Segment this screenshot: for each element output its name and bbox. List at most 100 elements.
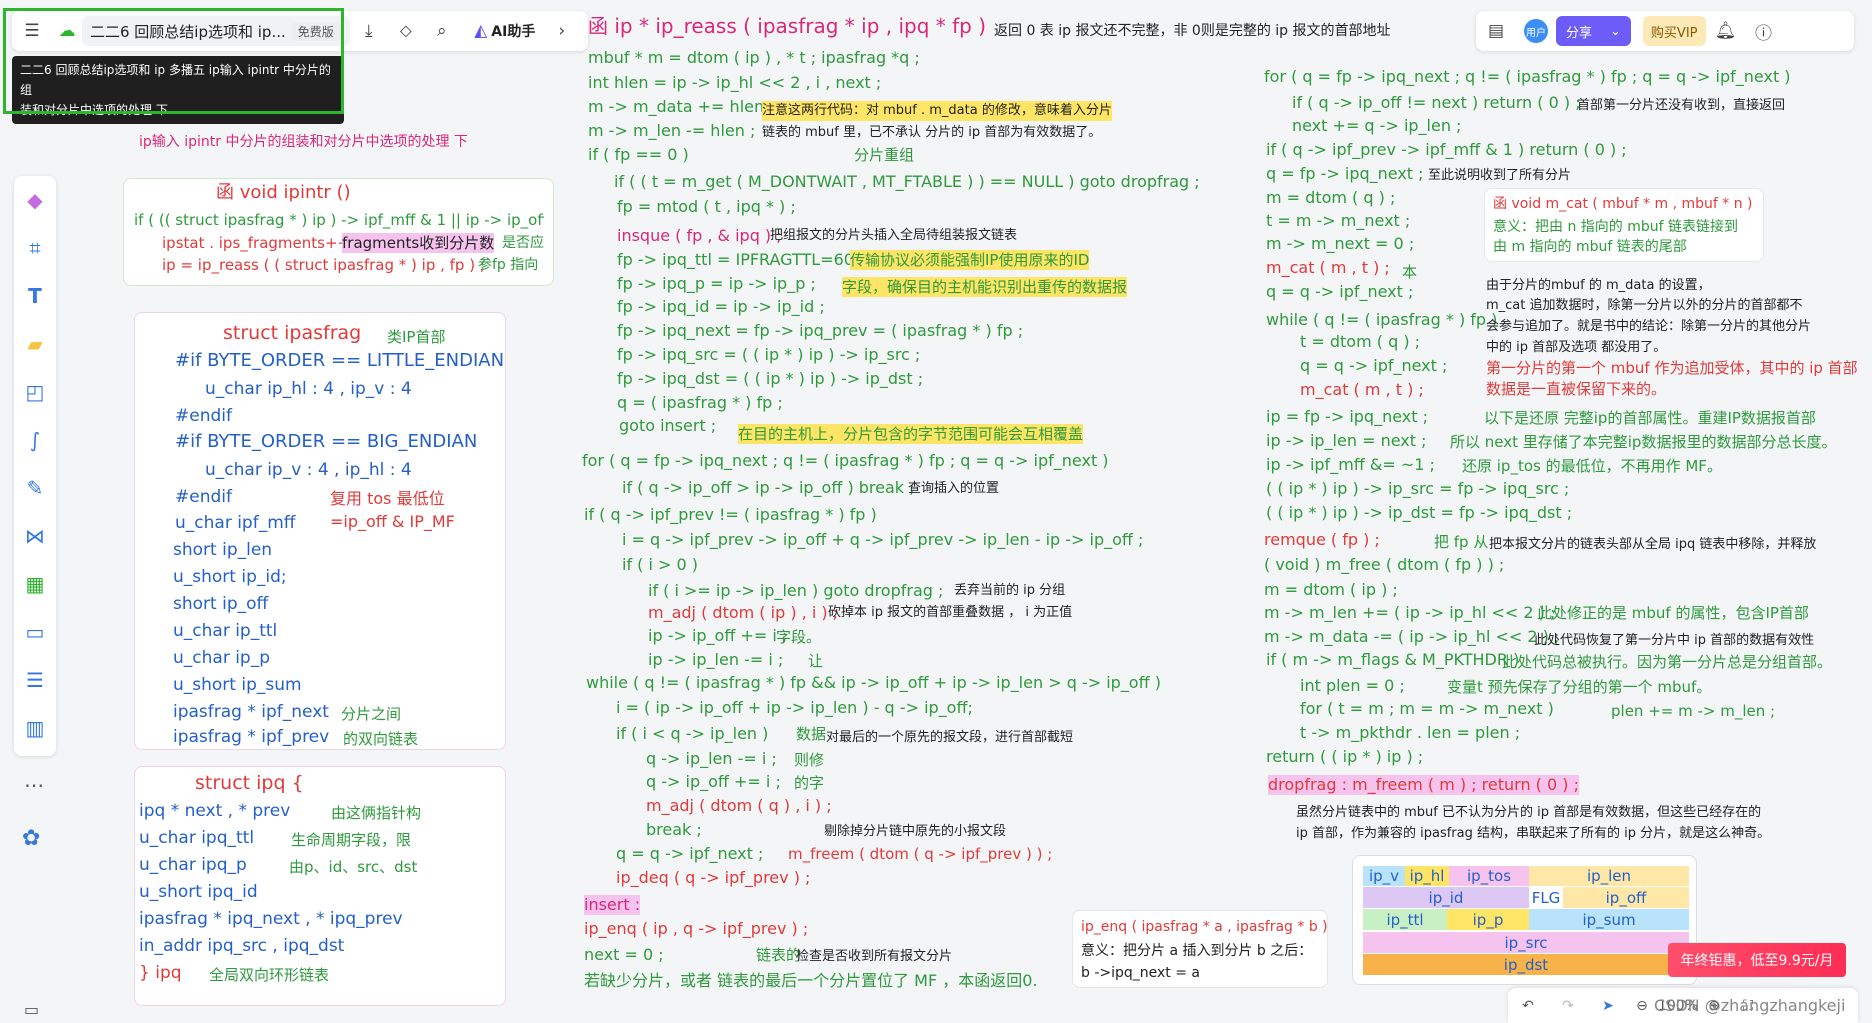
cell-ip-len: ip_len (1529, 866, 1689, 886)
chevron-right-icon[interactable]: › (550, 11, 574, 51)
right-line: while ( q != ( ipasfrag * ) fp ) (1266, 310, 1498, 329)
ipq-note-2: 由p、id、src、dst (289, 858, 418, 876)
ipasfrag-line-12: u_short ip_sum (173, 675, 302, 695)
right-line: m -> m_next = 0 ; (1266, 234, 1415, 253)
ipintr-card[interactable]: 函 void ipintr () if ( (( struct ipasfrag… (123, 178, 554, 286)
list-icon[interactable]: ☰ (14, 656, 56, 704)
right-note: 中的 ip 首部及选项 都没用了。 (1486, 340, 1667, 355)
right-line: m = dtom ( q ) ; (1266, 188, 1396, 207)
ipasfrag-note2: 复用 tos 最低位 (330, 489, 445, 508)
text-box-icon[interactable]: ▭ (14, 608, 56, 656)
buy-vip-button[interactable]: 购买VIP (1642, 16, 1706, 46)
ipasfrag-line-2: #endif (175, 406, 232, 426)
ipintr-line-3-note: 参fp 指向 (478, 257, 539, 273)
minimap-icon[interactable]: ▭ (24, 1000, 39, 1019)
right-line: for ( q = fp -> ipq_next ; q != ( ipasfr… (1264, 67, 1791, 86)
m-cat-line-1: 函 void m_cat ( mbuf * m , mbuf * n ) (1493, 196, 1753, 212)
ipq-line-6: } ipq (139, 963, 182, 983)
reass-note: 链表的 mbuf 里，已不承认 分片的 ip 首部为有效数据了。 (762, 125, 1102, 140)
promo-banner[interactable]: 年终钜惠，低至9.9元/月 (1668, 943, 1846, 977)
reass-line: fp = mtod ( t , ipq * ) ; (617, 197, 796, 216)
shape-icon[interactable]: ◰ (14, 368, 56, 416)
pointer-icon[interactable]: ➤ (1588, 998, 1628, 1014)
ipasfrag-line-10: u_char ip_ttl (173, 621, 278, 641)
reass-line: q = q -> ipf_next ; (616, 844, 764, 863)
right-line: for ( t = m ; m = m -> m_next ) (1300, 699, 1554, 718)
reass-line: mbuf * m = dtom ( ip ) , * t ; ipasfrag … (588, 48, 920, 67)
ipq-note-0: 由这俩指针构 (331, 804, 422, 822)
reass-note: 的字 (794, 774, 825, 792)
reass-note: 查询插入的位置 (908, 481, 1000, 496)
reass-line: if ( i >= ip -> ip_len ) goto dropfrag ; (648, 581, 944, 600)
reass-line: while ( q != ( ipasfrag * ) fp && ip -> … (586, 673, 1161, 692)
reass-line: fp -> ipq_ttl = IPFRAGTTL=60 ; (617, 250, 865, 269)
ipq-line-1: u_char ipq_ttl (139, 828, 255, 848)
cell-ip-id: ip_id (1363, 887, 1529, 908)
ipasfrag-card[interactable]: struct ipasfrag 类IP首部 #if BYTE_ORDER == … (134, 312, 506, 750)
frame-icon[interactable]: ⌗ (14, 224, 56, 272)
reass-note: 对最后的一个原先的报文段，进行首部截短 (826, 730, 1074, 745)
mindmap-icon[interactable]: ⋈ (14, 512, 56, 560)
right-line: t -> m_pkthdr . len = plen ; (1300, 723, 1521, 742)
ipq-note-1: 生命周期字段，限 (291, 831, 412, 849)
cell-ip-src: ip_src (1363, 932, 1689, 953)
apps-icon[interactable]: ✿ (22, 826, 40, 851)
connector-icon[interactable]: ∫ (14, 416, 56, 464)
ai-assistant-button[interactable]: ◭ AI助手 (460, 11, 550, 51)
share-button[interactable]: 分享 ⌄ (1556, 16, 1631, 46)
m-cat-card[interactable]: 函 void m_cat ( mbuf * m , mbuf * n ) 意义：… (1484, 188, 1764, 262)
table-icon[interactable]: ▦ (14, 560, 56, 608)
sticky-note-icon[interactable]: ▰ (14, 320, 56, 368)
reass-line: if ( q -> ipf_prev != ( ipasfrag * ) fp … (584, 505, 877, 524)
ipasfrag-line-0: #if BYTE_ORDER == LITTLE_ENDIAN (175, 350, 505, 371)
right-note: 以下是还原 完整ip的首部属性。重建IP数据报首部 (1484, 409, 1816, 427)
help-icon[interactable]: ⓘ (1746, 11, 1782, 51)
right-line: q = q -> ipf_next ; (1300, 356, 1448, 375)
undo-icon[interactable]: ↶ (1508, 998, 1548, 1014)
right-note: 会参与追加了。就是书中的结论：除第一分片的其他分片 (1486, 319, 1812, 334)
ipq-line-5: in_addr ipq_src , ipq_dst (139, 936, 345, 956)
ipasfrag-line-5: #endif (175, 487, 232, 507)
ipq-card[interactable]: struct ipq { ipq * next , * prev 由这俩指针构 … (134, 766, 506, 1006)
reass-line: m -> m_data += hlen ; (588, 97, 775, 116)
ipasfrag-line-14: ipasfrag * ipf_prev (173, 727, 330, 747)
m-cat-line-3: 由 m 指向的 mbuf 链表的尾部 (1493, 239, 1687, 255)
cell-flg: FLG (1529, 887, 1563, 908)
more-icon[interactable]: ⋯ (24, 773, 44, 797)
reass-line: i = ( ip -> ip_off + ip -> ip_len ) - q … (616, 698, 973, 717)
reass-line: fp -> ipq_dst = ( ( ip * ) ip ) -> ip_ds… (617, 369, 924, 388)
zoom-out-icon[interactable]: ⊖ (1628, 998, 1656, 1014)
reass-line: int hlen = ip -> ip_hl << 2 , i , next ; (588, 73, 882, 92)
reass-note: 数据 (796, 725, 827, 743)
watermark: CSDN @zhangzhangkeji (1654, 996, 1846, 1015)
redo-icon[interactable]: ↷ (1548, 998, 1588, 1014)
reass-line: goto insert ; (619, 416, 717, 435)
avatar[interactable]: 用户 (1516, 11, 1556, 51)
bell-icon[interactable]: 🔔︎ (1706, 11, 1746, 51)
template-icon[interactable]: ◆ (14, 176, 56, 224)
right-note: 由于分片的mbuf 的 m_data 的设置， (1486, 278, 1711, 293)
right-line: ( ( ip * ) ip ) -> ip_src = fp -> ipq_sr… (1266, 479, 1570, 498)
pen-icon[interactable]: ✎ (14, 464, 56, 512)
ipintr-line-2-note: fragments收到分片数 (342, 233, 495, 253)
right-note: 把本报文分片的链表头部从全局 ipq 链表中移除，并释放 (1489, 537, 1817, 552)
tag-icon[interactable]: ⬦ (388, 11, 424, 51)
right-line: m_cat ( m , t ) ; (1300, 380, 1424, 399)
right-note: 把 fp 从 (1434, 533, 1489, 551)
reass-line: ip -> ip_off += i ; (648, 626, 788, 645)
ip-header-diagram[interactable]: ip_v ip_hl ip_tos ip_len ip_id FLG ip_of… (1352, 855, 1697, 985)
download-icon[interactable]: ⤓ (350, 11, 388, 51)
search-icon[interactable]: ⌕ (424, 11, 460, 51)
tool-sidebar: ◆ ⌗ T ▰ ◰ ∫ ✎ ⋈ ▦ ▭ ☰ ▥ (14, 176, 56, 756)
ipintr-line-2-note2: 是否应 (502, 235, 544, 251)
reass-header-note: 返回 0 表 ip 报文还不完整，非 0则是完整的 ip 报文的首部地址 (994, 23, 1391, 39)
calendar-icon[interactable]: ▤ (1476, 11, 1516, 51)
chevron-down-icon[interactable]: ⌄ (1610, 24, 1621, 39)
reass-line: q -> ip_len -= i ; (646, 749, 777, 768)
text-icon[interactable]: T (14, 272, 56, 320)
ip-enq-card[interactable]: ip_enq ( ipasfrag * a , ipasfrag * b ) 意… (1072, 910, 1328, 988)
ipasfrag-line-1: u_char ip_hl : 4 , ip_v : 4 (205, 379, 412, 399)
ipasfrag-note3: =ip_off & IP_MF (330, 512, 455, 531)
kanban-icon[interactable]: ▥ (14, 704, 56, 752)
right-note: ip 首部，作为兼容的 ipasfrag 结构，串联起来了所有的 ip 分片，就… (1296, 826, 1771, 841)
